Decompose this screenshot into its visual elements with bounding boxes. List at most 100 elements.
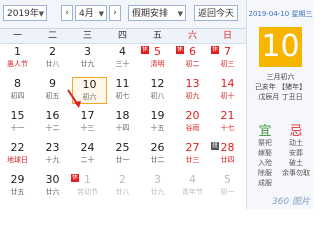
day-cell[interactable]: 25 廿一	[105, 141, 140, 168]
day-cell[interactable]: 3 廿九	[140, 173, 175, 200]
day-number: 3	[84, 45, 91, 58]
day-cell[interactable]: 16 十二	[35, 109, 70, 136]
day-number: 8	[14, 77, 21, 90]
day-number: 27	[185, 141, 200, 154]
day-cell[interactable]: 4 青年节	[175, 173, 210, 200]
day-cell[interactable]: 18 十四	[105, 109, 140, 136]
day-cell[interactable]: 4 三十	[105, 45, 140, 72]
day-number: 29	[10, 173, 25, 186]
day-cell[interactable]: 5 初一	[210, 173, 245, 200]
day-number: 16	[45, 109, 60, 122]
day-lunar: 廿四	[220, 156, 235, 164]
day-number: 23	[45, 141, 60, 154]
next-month-button[interactable]: ›	[109, 5, 121, 21]
day-number: 26	[150, 141, 165, 154]
day-lunar: 十三	[80, 124, 95, 132]
day-cell[interactable]: 2 廿八	[35, 45, 70, 72]
day-lunar: 青年节	[182, 188, 203, 196]
day-lunar: 廿二	[150, 156, 165, 164]
day-cell[interactable]: 27 廿三	[175, 141, 210, 168]
ji-item: 余事勿取	[282, 169, 310, 177]
day-number: 20	[185, 109, 200, 122]
day-number: 11	[115, 77, 130, 90]
day-number: 22	[10, 141, 25, 154]
yi-item: 除服	[258, 169, 272, 177]
day-lunar: 谷雨	[185, 124, 200, 132]
day-lunar: 初二	[185, 60, 200, 68]
day-number: 17	[80, 109, 95, 122]
selected-date: 2019-04-10 星期三	[248, 10, 313, 18]
day-number: 21	[220, 109, 235, 122]
day-number: 30	[45, 173, 60, 186]
day-number: 24	[80, 141, 95, 154]
day-cell[interactable]: 班 28 廿四	[210, 141, 245, 168]
day-cell[interactable]: 9 初五	[35, 77, 70, 104]
weekday-wed: 三	[82, 31, 92, 41]
day-cell[interactable]: 23 十九	[35, 141, 70, 168]
day-cell[interactable]: 19 十五	[140, 109, 175, 136]
ji-heading: 忌	[289, 124, 303, 139]
day-cell[interactable]: 休 5 清明	[140, 45, 175, 72]
month-select[interactable]: 4月 ▼	[75, 5, 107, 21]
day-number: 15	[10, 109, 25, 122]
day-cell[interactable]: 24 二十	[70, 141, 105, 168]
ji-item: 破土	[289, 159, 303, 167]
prev-month-button[interactable]: ‹	[61, 5, 73, 21]
day-number: 13	[185, 77, 200, 90]
day-lunar: 十四	[115, 124, 130, 132]
month-select-value: 4月	[79, 9, 94, 19]
weekday-mon: 一	[12, 31, 22, 41]
day-lunar: 劳动节	[77, 188, 98, 196]
year-select[interactable]: 2019年 ▼	[3, 5, 47, 21]
back-to-today-button[interactable]: 返回今天	[194, 5, 238, 21]
chevron-down-icon: ▼	[98, 10, 104, 18]
rest-tag: 休	[211, 46, 219, 54]
big-day-number: 10	[259, 27, 302, 67]
day-cell[interactable]: 12 初八	[140, 77, 175, 104]
day-cell[interactable]: 14 初十	[210, 77, 245, 104]
day-lunar: 初三	[220, 60, 235, 68]
day-number: 3	[154, 173, 161, 186]
year-select-value: 2019年	[7, 9, 39, 19]
day-cell[interactable]: 休 7 初三	[210, 45, 245, 72]
day-cell[interactable]: 20 谷雨	[175, 109, 210, 136]
day-lunar: 廿一	[115, 156, 130, 164]
weekday-sat: 六	[187, 31, 197, 41]
rest-tag: 休	[176, 46, 184, 54]
day-cell[interactable]: 29 廿五	[0, 173, 35, 200]
day-cell[interactable]: 21 十七	[210, 109, 245, 136]
work-tag: 班	[211, 142, 219, 150]
day-number: 14	[220, 77, 235, 90]
day-cell[interactable]: 8 初四	[0, 77, 35, 104]
day-lunar: 廿五	[10, 188, 25, 196]
day-cell[interactable]: 13 初九	[175, 77, 210, 104]
day-cell[interactable]: 2 廿八	[105, 173, 140, 200]
day-cell[interactable]: 15 十一	[0, 109, 35, 136]
chevron-left-icon: ‹	[65, 8, 69, 18]
day-lunar: 十五	[150, 124, 165, 132]
holiday-select[interactable]: 假期安排 ▼	[128, 5, 186, 21]
yi-list: 祭祀 嫁娶 入殓 除服 成服	[250, 138, 280, 188]
day-lunar: 廿八	[45, 60, 60, 68]
day-cell[interactable]: 1 愚人节	[0, 45, 35, 72]
day-cell[interactable]: 休 1 劳动节	[70, 173, 105, 200]
weekday-tue: 二	[47, 31, 57, 41]
day-lunar: 十七	[220, 124, 235, 132]
day-lunar: 初七	[115, 92, 130, 100]
day-number: 9	[49, 77, 56, 90]
day-cell[interactable]: 3 廿九	[70, 45, 105, 72]
day-cell[interactable]: 11 初七	[105, 77, 140, 104]
day-cell[interactable]: 17 十三	[70, 109, 105, 136]
ji-item: 动土	[289, 139, 303, 147]
arrow-pointer-icon	[67, 89, 81, 108]
day-number: 2	[49, 45, 56, 58]
day-cell[interactable]: 休 6 初二	[175, 45, 210, 72]
day-lunar: 初五	[45, 92, 60, 100]
chevron-down-icon: ▼	[38, 10, 44, 18]
day-number: 2	[119, 173, 126, 186]
day-cell[interactable]: 30 廿六	[35, 173, 70, 200]
lunar-date: 三月初六	[266, 73, 295, 81]
day-lunar: 初八	[150, 92, 165, 100]
day-cell[interactable]: 26 廿二	[140, 141, 175, 168]
day-cell[interactable]: 22 地球日	[0, 141, 35, 168]
